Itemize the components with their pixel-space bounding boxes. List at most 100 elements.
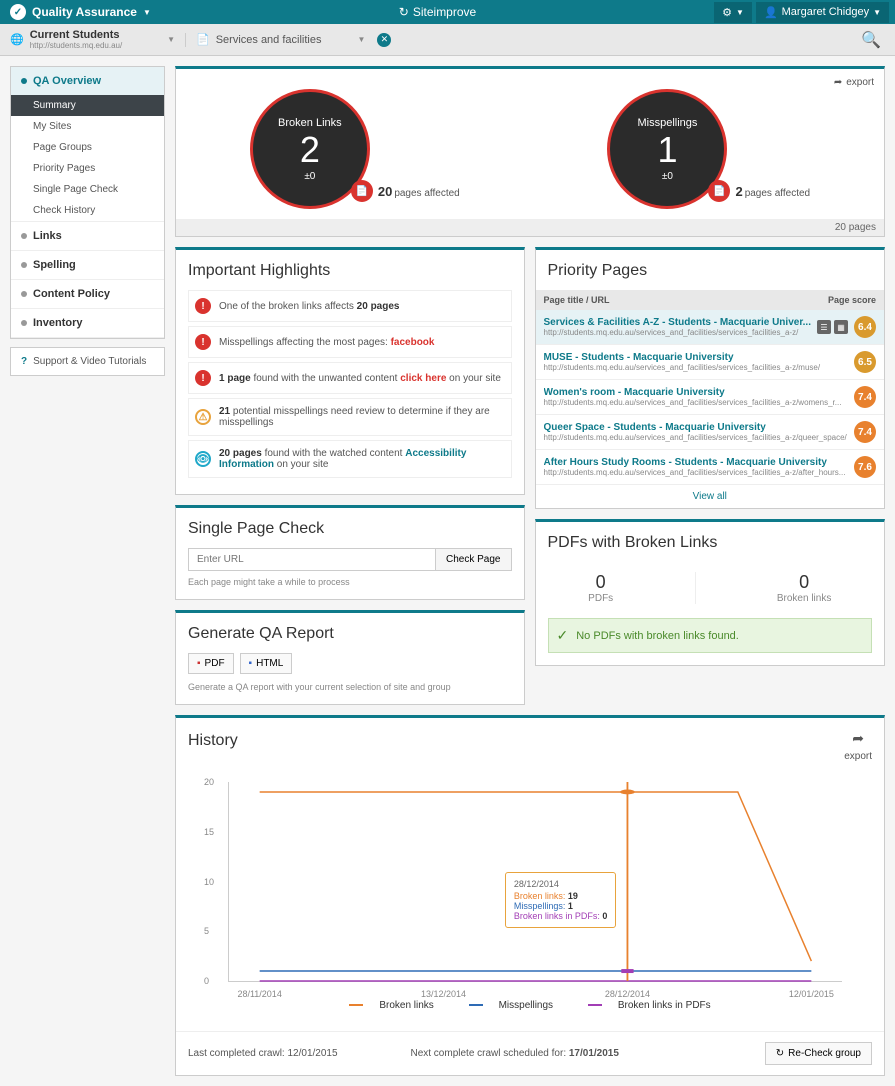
alert-icon: ⚠	[195, 409, 211, 425]
report-note: Generate a QA report with your current s…	[188, 682, 512, 692]
check-page-button[interactable]: Check Page	[436, 548, 511, 571]
col-title: Page title / URL	[544, 295, 610, 305]
brand: ↻ Siteimprove	[161, 5, 714, 19]
chevron-down-icon: ▼	[167, 35, 175, 44]
check-icon: ✓	[557, 627, 569, 644]
panel-title: Important Highlights	[188, 262, 512, 280]
chevron-down-icon[interactable]: ▼	[143, 8, 151, 17]
list-icon[interactable]: ☰	[817, 320, 831, 334]
priority-page-row[interactable]: Queer Space - Students - Macquarie Unive…	[536, 415, 885, 450]
pages-affected: 2pages affected	[735, 184, 810, 209]
alert-icon: !	[195, 334, 211, 350]
last-crawl: Last completed crawl: 12/01/2015	[188, 1048, 338, 1059]
chevron-down-icon: ▼	[736, 8, 744, 17]
history-panel: History ➦ export 28/12/2014 Broken links…	[175, 715, 885, 1076]
priority-page-row[interactable]: Services & Facilities A-Z - Students - M…	[536, 310, 885, 345]
summary-panel: ➦ export Broken Links 2 ±0 📄 20pages aff…	[175, 66, 885, 237]
export-label: export	[846, 77, 874, 88]
nav-item-summary[interactable]: Summary	[11, 95, 164, 116]
highlight-row[interactable]: !1 page found with the unwanted content …	[188, 362, 512, 394]
score-badge: 6.4	[854, 316, 876, 338]
highlight-row[interactable]: ⚠21 potential misspellings need review t…	[188, 398, 512, 436]
panel-title: Single Page Check	[188, 520, 512, 538]
nav-section-inventory[interactable]: Inventory	[11, 309, 164, 337]
user-icon: 👤	[764, 6, 778, 19]
support-label: Support & Video Tutorials	[33, 356, 146, 367]
check-icon: ✓	[10, 4, 26, 20]
filter-bar: 🌐 Current Students http://students.mq.ed…	[0, 24, 895, 56]
topbar: ✓ Quality Assurance ▼ ↻ Siteimprove ⚙▼ 👤…	[0, 0, 895, 24]
support-link[interactable]: ? Support & Video Tutorials	[10, 347, 165, 376]
panel-title: Priority Pages	[548, 262, 873, 280]
globe-icon: 🌐	[10, 33, 24, 46]
pdfs-panel: PDFs with Broken Links 0 PDFs 0 Broken l…	[535, 519, 886, 666]
panel-title: History	[188, 732, 238, 750]
circle-label: Broken Links	[278, 117, 342, 129]
view-all-link[interactable]: View all	[536, 485, 885, 508]
highlight-row[interactable]: !One of the broken links affects 20 page…	[188, 290, 512, 322]
export-icon: ➦	[852, 730, 864, 747]
user-name: Margaret Chidgey	[782, 6, 869, 18]
priority-pages-panel: Priority Pages Page title / URL Page sco…	[535, 247, 886, 509]
url-input[interactable]	[188, 548, 436, 571]
table-header: Page title / URL Page score	[536, 290, 885, 310]
nav-item-single-page-check[interactable]: Single Page Check	[11, 179, 164, 200]
app-title: Quality Assurance	[32, 5, 137, 19]
sidebar: QA OverviewSummaryMy SitesPage GroupsPri…	[10, 66, 165, 376]
brand-label: Siteimprove	[413, 5, 476, 19]
nav-section-spelling[interactable]: Spelling	[11, 251, 164, 279]
broken-links-circle[interactable]: Broken Links 2 ±0 📄	[250, 89, 370, 209]
help-icon: ?	[21, 356, 27, 367]
recheck-button[interactable]: ↻ Re-Check group	[765, 1042, 872, 1065]
highlight-row[interactable]: 👁20 pages found with the watched content…	[188, 440, 512, 478]
priority-page-row[interactable]: Women's room - Macquarie Universityhttp:…	[536, 380, 885, 415]
html-icon: ▪	[249, 658, 253, 669]
panel-title: Generate QA Report	[188, 625, 512, 643]
generate-report-panel: Generate QA Report ▪PDF ▪HTML Generate a…	[175, 610, 525, 705]
bullet-icon	[21, 291, 27, 297]
settings-button[interactable]: ⚙▼	[714, 2, 752, 23]
group-selector[interactable]: 📄 Services and facilities ▼ ✕	[185, 33, 391, 47]
nav-section-content-policy[interactable]: Content Policy	[11, 280, 164, 308]
group-label: Services and facilities	[216, 34, 322, 46]
history-chart[interactable]: 28/12/2014 Broken links: 19 Misspellings…	[228, 782, 842, 982]
folder-icon: 📄	[196, 33, 210, 46]
nav-section-links[interactable]: Links	[11, 222, 164, 250]
grid-icon[interactable]: ▦	[834, 320, 848, 334]
alert-icon: !	[195, 370, 211, 386]
priority-page-row[interactable]: After Hours Study Rooms - Students - Mac…	[536, 450, 885, 485]
score-badge: 7.4	[854, 421, 876, 443]
total-pages: 20 pages	[176, 219, 884, 236]
misspellings-circle[interactable]: Misspellings 1 ±0 📄	[607, 89, 727, 209]
next-crawl: Next complete crawl scheduled for: 17/01…	[410, 1048, 618, 1059]
export-label: export	[844, 751, 872, 762]
nav-item-priority-pages[interactable]: Priority Pages	[11, 158, 164, 179]
nav-section-qa-overview[interactable]: QA Overview	[11, 67, 164, 95]
highlight-row[interactable]: !Misspellings affecting the most pages: …	[188, 326, 512, 358]
pdf-count: 0 PDFs	[588, 572, 613, 604]
nav-item-my-sites[interactable]: My Sites	[11, 116, 164, 137]
score-badge: 6.5	[854, 351, 876, 373]
bullet-icon	[21, 78, 27, 84]
site-selector[interactable]: 🌐 Current Students http://students.mq.ed…	[10, 29, 175, 50]
refresh-icon: ↻	[399, 5, 409, 19]
nav-item-page-groups[interactable]: Page Groups	[11, 137, 164, 158]
nav-item-check-history[interactable]: Check History	[11, 200, 164, 221]
search-icon[interactable]: 🔍	[857, 26, 885, 54]
refresh-icon: ↻	[776, 1048, 784, 1059]
priority-page-row[interactable]: MUSE - Students - Macquarie Universityht…	[536, 345, 885, 380]
html-button[interactable]: ▪HTML	[240, 653, 293, 674]
pdf-icon: ▪	[197, 658, 201, 669]
chart-legend: Broken links Misspellings Broken links i…	[188, 992, 872, 1019]
panel-title: PDFs with Broken Links	[548, 534, 873, 552]
export-button[interactable]: ➦ export	[834, 77, 874, 88]
pdf-button[interactable]: ▪PDF	[188, 653, 234, 674]
export-button[interactable]: ➦ export	[844, 730, 872, 762]
alert-icon: !	[195, 298, 211, 314]
user-menu[interactable]: 👤 Margaret Chidgey ▼	[756, 2, 889, 23]
clear-group-button[interactable]: ✕	[377, 33, 391, 47]
single-page-check-panel: Single Page Check Check Page Each page m…	[175, 505, 525, 600]
alert-icon: 👁	[195, 451, 211, 467]
bullet-icon	[21, 262, 27, 268]
page-icon: 📄	[351, 180, 373, 202]
